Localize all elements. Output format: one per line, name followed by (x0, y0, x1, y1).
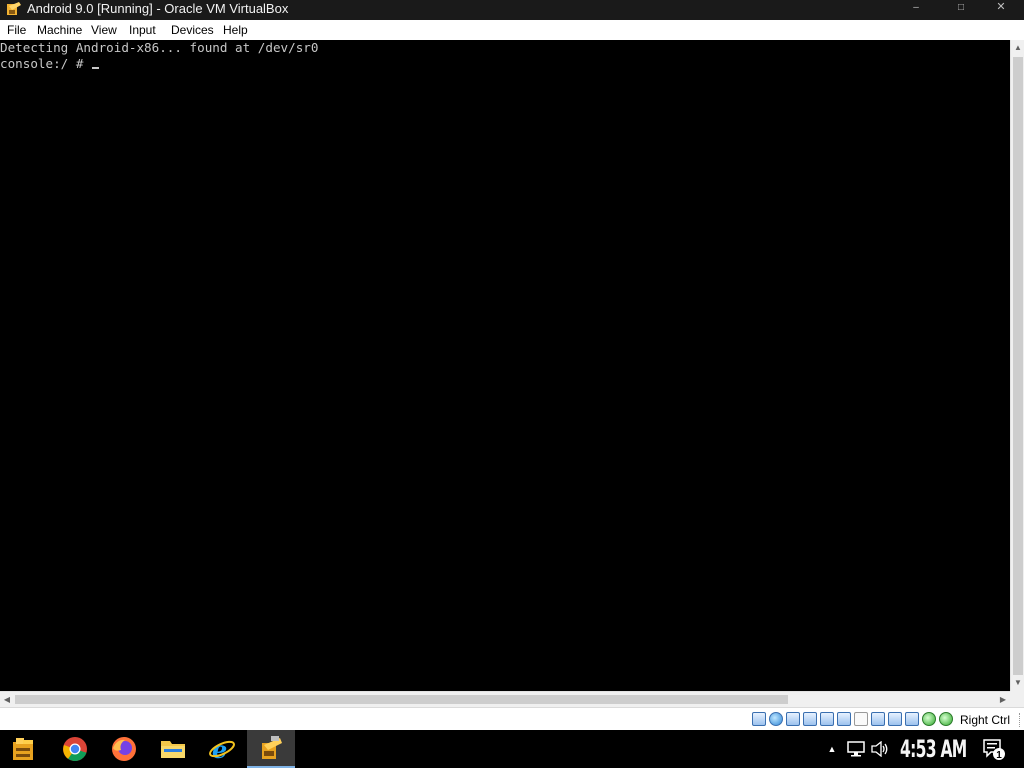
resize-grip[interactable] (1012, 713, 1020, 727)
folder-icon (161, 741, 185, 758)
taskbar: e ▲ 4:53 AM 1 (0, 730, 1024, 768)
console-prompt-line: console:/ # (0, 56, 99, 72)
tray-overflow-icon[interactable]: ▲ (824, 730, 840, 768)
action-center-button[interactable]: 1 (980, 730, 1008, 768)
usb-icon[interactable] (820, 712, 834, 726)
text-cursor (92, 67, 99, 69)
maximize-button[interactable]: □ (942, 0, 980, 16)
vertical-scroll-thumb[interactable] (1013, 57, 1023, 675)
chrome-icon (63, 737, 87, 762)
cpu-icon[interactable] (905, 712, 919, 726)
scroll-down-arrow-icon[interactable]: ▼ (1011, 675, 1024, 691)
vm-status-bar: Right Ctrl (0, 707, 1024, 730)
scroll-up-arrow-icon[interactable]: ▲ (1011, 40, 1024, 56)
menu-help[interactable]: Help (223, 23, 248, 37)
virtualbox-icon (262, 736, 282, 759)
menu-view[interactable]: View (91, 23, 117, 37)
recording-icon[interactable] (888, 712, 902, 726)
network-icon[interactable] (803, 712, 817, 726)
taskbar-internet-explorer[interactable]: e (198, 730, 246, 768)
taskbar-chrome[interactable] (51, 730, 99, 768)
menu-bar: File Machine View Input Devices Help (0, 20, 1024, 40)
display-icon[interactable] (854, 712, 868, 726)
menu-machine[interactable]: Machine (37, 23, 82, 37)
tray-network[interactable] (846, 730, 866, 768)
horizontal-scrollbar[interactable]: ◀ ▶ (0, 691, 1010, 707)
mouse-integration-icon[interactable] (922, 712, 936, 726)
start-icon (13, 738, 33, 760)
network-icon (847, 741, 865, 757)
firefox-icon (112, 737, 136, 761)
scroll-right-arrow-icon[interactable]: ▶ (996, 692, 1010, 707)
taskbar-firefox[interactable] (100, 730, 148, 768)
scrollbar-corner (1010, 691, 1024, 707)
taskbar-virtualbox[interactable] (247, 730, 295, 768)
audio-icon[interactable] (786, 712, 800, 726)
video-capture-icon[interactable] (871, 712, 885, 726)
shared-folders-icon[interactable] (837, 712, 851, 726)
close-button[interactable]: ✕ (982, 0, 1020, 16)
scroll-left-arrow-icon[interactable]: ◀ (0, 692, 14, 707)
internet-explorer-icon: e (209, 735, 235, 763)
menu-input[interactable]: Input (129, 23, 156, 37)
taskbar-file-explorer[interactable] (149, 730, 197, 768)
minimize-button[interactable]: – (897, 0, 935, 16)
virtualbox-logo-icon (7, 2, 21, 15)
status-indicators (752, 712, 953, 728)
start-button[interactable] (0, 730, 48, 768)
horizontal-scroll-thumb[interactable] (15, 695, 788, 704)
menu-file[interactable]: File (7, 23, 26, 37)
menu-devices[interactable]: Devices (171, 23, 214, 37)
vertical-scrollbar[interactable]: ▲ ▼ (1010, 40, 1024, 691)
vm-state-icon[interactable] (939, 712, 953, 726)
tray-volume[interactable] (870, 730, 890, 768)
volume-icon (871, 740, 888, 758)
host-key-label[interactable]: Right Ctrl (960, 713, 1010, 727)
notification-count: 1 (996, 750, 1002, 761)
optical-drive-icon[interactable] (769, 712, 783, 726)
console-output-line: Detecting Android-x86... found at /dev/s… (0, 40, 319, 55)
notification-icon: 1 (983, 739, 1005, 761)
window-titlebar[interactable]: Android 9.0 [Running] - Oracle VM Virtua… (0, 0, 1024, 20)
hard-disk-icon[interactable] (752, 712, 766, 726)
taskbar-clock[interactable]: 4:53 AM (900, 734, 967, 764)
console-prompt: console:/ # (0, 56, 91, 71)
window-title: Android 9.0 [Running] - Oracle VM Virtua… (27, 1, 289, 16)
vm-display[interactable]: Detecting Android-x86... found at /dev/s… (0, 40, 1010, 691)
